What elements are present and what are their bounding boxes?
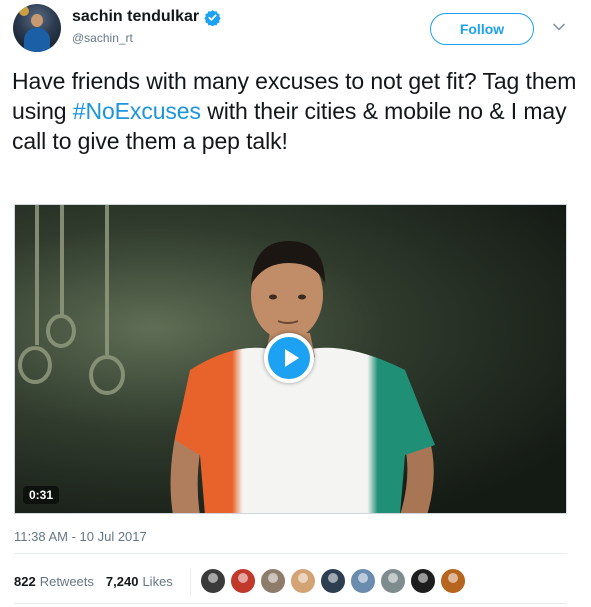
- liker-avatar[interactable]: [320, 568, 346, 594]
- liker-avatar[interactable]: [230, 568, 256, 594]
- play-button[interactable]: [264, 333, 314, 383]
- follow-button[interactable]: Follow: [430, 13, 534, 45]
- liker-avatar[interactable]: [200, 568, 226, 594]
- author-avatar[interactable]: [13, 4, 61, 52]
- retweets-label[interactable]: Retweets: [40, 574, 94, 589]
- author-handle[interactable]: @sachin_rt: [72, 31, 133, 45]
- liker-avatar[interactable]: [260, 568, 286, 594]
- retweets-count[interactable]: 822: [14, 574, 36, 589]
- tweet-stats: 822 Retweets 7,240 Likes: [14, 574, 173, 589]
- divider: [14, 553, 567, 554]
- author-name-row: sachin tendulkar: [72, 8, 221, 26]
- liker-avatar[interactable]: [380, 568, 406, 594]
- avatar-glow: [19, 6, 29, 16]
- author-display-name[interactable]: sachin tendulkar: [72, 8, 199, 26]
- tweet-text: Have friends with many excuses to not ge…: [12, 66, 577, 156]
- tweet-card: sachin tendulkar @sachin_rt Follow Have …: [0, 0, 591, 607]
- tweet-timestamp[interactable]: 11:38 AM - 10 Jul 2017: [14, 529, 147, 544]
- video-duration: 0:31: [23, 486, 60, 504]
- avatar-figure-body: [24, 28, 50, 52]
- avatar-figure-head: [31, 14, 43, 27]
- play-icon: [285, 349, 299, 367]
- video-player[interactable]: 0:31: [14, 204, 567, 514]
- likes-label[interactable]: Likes: [142, 574, 172, 589]
- divider: [14, 603, 567, 604]
- likes-count[interactable]: 7,240: [106, 574, 139, 589]
- stats-separator: [190, 568, 191, 596]
- verified-badge-icon: [204, 9, 221, 26]
- liker-avatar[interactable]: [350, 568, 376, 594]
- liker-avatar[interactable]: [410, 568, 436, 594]
- hashtag-link[interactable]: #NoExcuses: [73, 98, 201, 124]
- liker-avatar-list: [200, 568, 470, 594]
- liker-avatar[interactable]: [290, 568, 316, 594]
- gym-rings: [18, 205, 125, 395]
- chevron-down-icon[interactable]: [552, 22, 566, 32]
- liker-avatar[interactable]: [440, 568, 466, 594]
